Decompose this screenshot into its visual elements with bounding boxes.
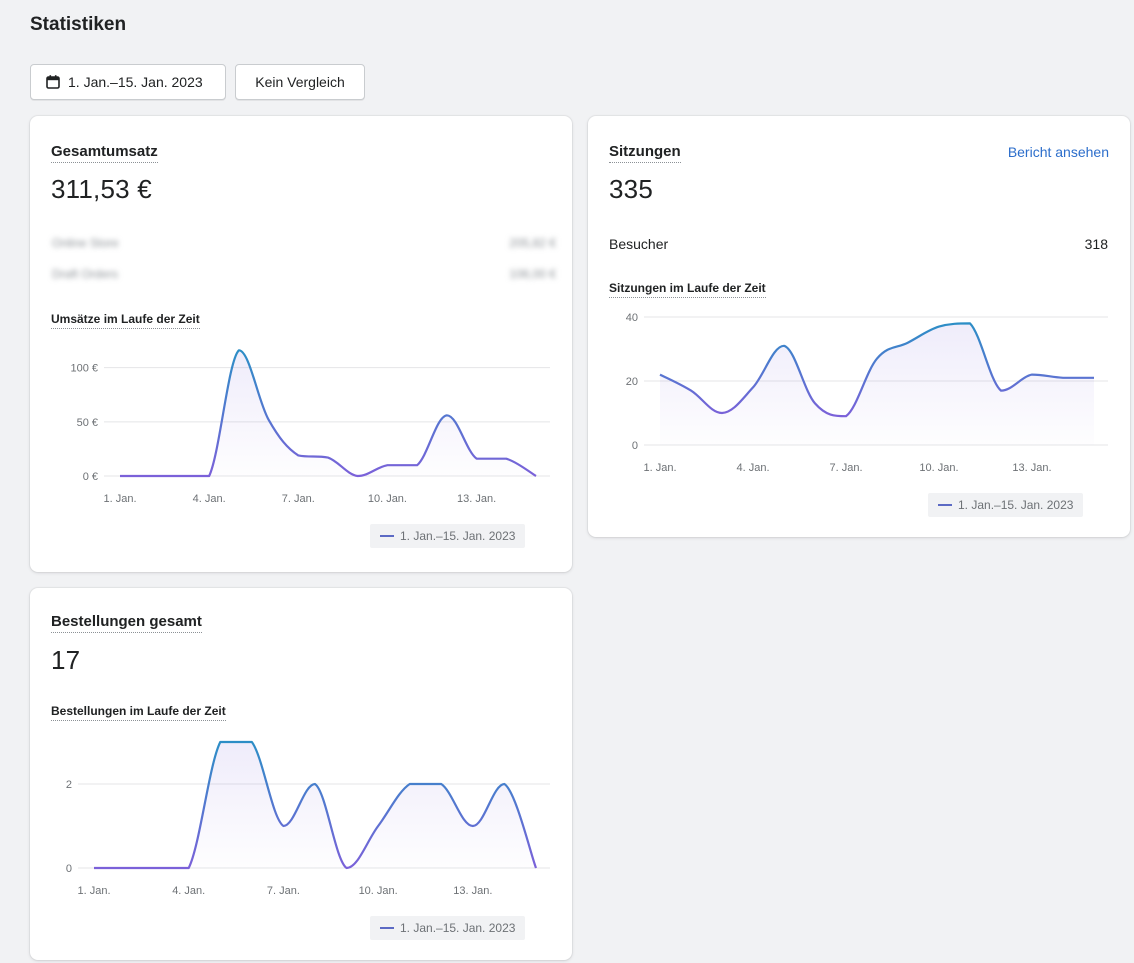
x-tick-label: 7. Jan. [829,462,862,474]
legend-swatch [380,535,394,537]
y-tick-label: 40 [626,312,638,324]
orders-value: 17 [51,645,81,675]
revenue-breakdown-value-2: 106,00 € [509,267,556,281]
series-area [660,323,1094,445]
series-line[interactable] [120,349,537,478]
revenue-title[interactable]: Gesamtumsatz [51,143,158,163]
sessions-legend-label: 1. Jan.–15. Jan. 2023 [958,498,1074,512]
compare-label: Kein Vergleich [255,74,345,90]
sessions-chart-title[interactable]: Sitzungen im Laufe der Zeit [609,281,766,298]
revenue-card: Gesamtumsatz 311,53 € Online Store 205,8… [30,116,572,572]
x-tick-label: 7. Jan. [267,885,300,897]
x-tick-label: 13. Jan. [1012,462,1051,474]
x-tick-label: 13. Jan. [453,885,492,897]
y-tick-label: 2 [66,779,72,791]
x-tick-label: 1. Jan. [643,462,676,474]
revenue-legend: 1. Jan.–15. Jan. 2023 [370,524,526,548]
x-tick-label: 10. Jan. [359,885,398,897]
orders-chart-title[interactable]: Bestellungen im Laufe der Zeit [51,704,226,721]
compare-button[interactable]: Kein Vergleich [235,64,365,100]
revenue-breakdown-value-1: 205,82 € [509,236,556,250]
legend-swatch [938,504,952,506]
x-tick-label: 1. Jan. [103,493,136,505]
sessions-chart: 0 20 40 1. Jan. 4. Jan. 7. Jan. 10. Jan. 13. Ja… [626,312,1108,474]
y-tick-label: 0 [66,863,72,875]
x-tick-label: 4. Jan. [193,493,226,505]
revenue-chart-title[interactable]: Umsätze im Laufe der Zeit [51,312,200,329]
revenue-chart: 0 € 50 € 100 € 1. Jan. 4. Jan. 7. Jan. 10. Jan… [70,349,550,505]
orders-card: Bestellungen gesamt 17 Bestellungen im L… [30,588,572,960]
orders-chart: 0 2 1. Jan. 4. Jan. 7. Jan. 10. Jan. 13. Jan. [66,740,550,897]
y-tick-label: 20 [626,376,638,388]
y-tick-label: 50 € [77,417,98,429]
date-range-label: 1. Jan.–15. Jan. 2023 [68,74,203,90]
sessions-legend: 1. Jan.–15. Jan. 2023 [928,493,1084,517]
x-tick-label: 10. Jan. [368,493,407,505]
sessions-card: Sitzungen Bericht ansehen 335 Besucher 3… [588,116,1130,537]
date-range-button[interactable]: 1. Jan.–15. Jan. 2023 [30,64,226,100]
sessions-value: 335 [609,174,653,204]
x-tick-label: 7. Jan. [282,493,315,505]
revenue-legend-label: 1. Jan.–15. Jan. 2023 [400,529,516,543]
x-tick-label: 13. Jan. [457,493,496,505]
revenue-breakdown-label-2: Draft Orders [52,267,119,281]
visitors-value: 318 [1084,236,1108,252]
page-title: Statistiken [30,14,127,35]
calendar-icon [45,74,61,90]
legend-swatch [380,927,394,929]
x-tick-label: 1. Jan. [77,885,110,897]
y-tick-label: 0 [632,440,638,452]
revenue-breakdown-label-1: Online Store [52,236,119,250]
orders-title[interactable]: Bestellungen gesamt [51,613,202,633]
orders-legend-label: 1. Jan.–15. Jan. 2023 [400,921,516,935]
y-tick-label: 100 € [70,363,98,375]
revenue-value: 311,53 € [51,174,152,204]
orders-legend: 1. Jan.–15. Jan. 2023 [370,916,526,940]
view-report-link[interactable]: Bericht ansehen [1008,144,1109,160]
y-tick-label: 0 € [83,471,98,483]
visitors-label: Besucher [609,236,669,252]
sessions-title[interactable]: Sitzungen [609,143,681,163]
x-tick-label: 10. Jan. [919,462,958,474]
series-area [94,742,536,868]
x-tick-label: 4. Jan. [172,885,205,897]
x-tick-label: 4. Jan. [736,462,769,474]
